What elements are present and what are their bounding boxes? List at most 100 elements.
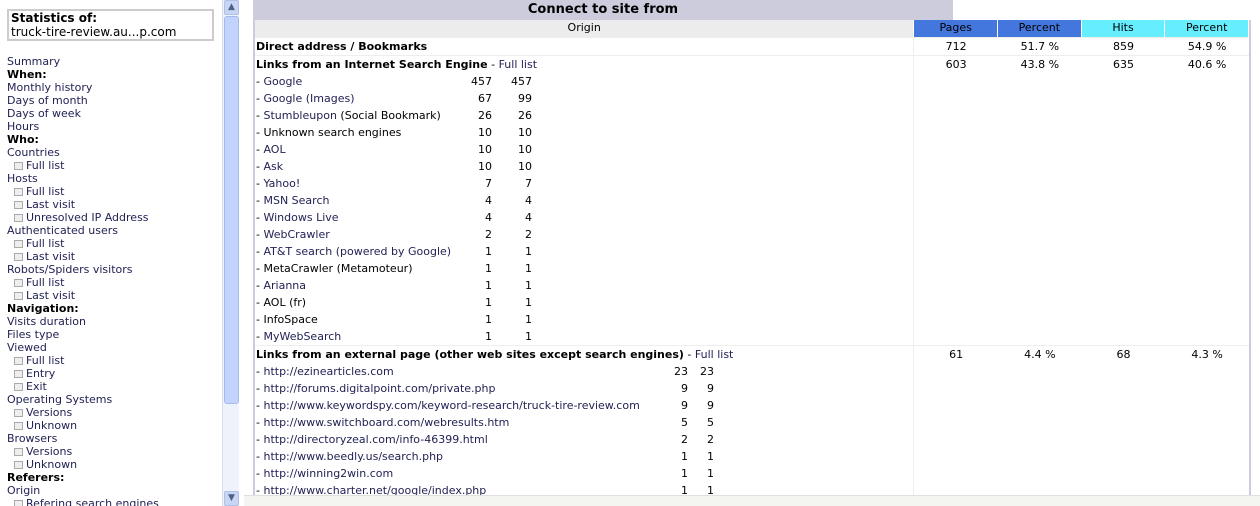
menu-link-robots-spiders-visitors[interactable]: Robots/Spiders visitors [7,263,133,276]
menu-subitem-link[interactable]: Versions [26,406,72,419]
scroll-up-icon[interactable]: ▲ [224,0,239,15]
menu-subitem-exit[interactable]: Exit [7,380,159,393]
referer-link[interactable]: http://www.switchboard.com/webresults.ht… [263,416,509,429]
menu-subitem-link[interactable]: Full list [26,159,64,172]
menu-link-origin[interactable]: Origin [7,484,40,497]
menu-item-days-of-month[interactable]: Days of month [7,94,159,107]
menu-subitem-link[interactable]: Refering search engines [26,497,159,506]
menu-subitem-link[interactable]: Unknown [26,419,77,432]
menu-link-monthly-history[interactable]: Monthly history [7,81,92,94]
menu-link-browsers[interactable]: Browsers [7,432,57,445]
menu-item-origin[interactable]: Origin [7,484,159,497]
referer-link[interactable]: Google [263,75,302,88]
referer-link[interactable]: http://winning2win.com [263,467,393,480]
menu-subitem-link[interactable]: Unknown [26,458,77,471]
menu-item-files-type[interactable]: Files type [7,328,159,341]
menu-subitem-link[interactable]: Full list [26,354,64,367]
referer-link[interactable]: AOL [263,143,285,156]
menu-item-countries[interactable]: Countries [7,146,159,159]
menu-link-viewed[interactable]: Viewed [7,341,47,354]
referer-link[interactable]: Ask [263,160,283,173]
menu-item-authenticated-users[interactable]: Authenticated users [7,224,159,237]
referer-link[interactable]: MyWebSearch [263,330,341,343]
scrollbar-thumb[interactable] [224,16,239,404]
menu-link-hosts[interactable]: Hosts [7,172,38,185]
search-engines-row: - MetaCrawler (Metamoteur) 1 1 [256,262,532,275]
menu-subitem-unknown[interactable]: Unknown [7,419,159,432]
row-hits: 99 [518,92,532,105]
referer-link[interactable]: AT&T search (powered by Google) [263,245,451,258]
referer-link[interactable]: http://www.beedly.us/search.php [263,450,443,463]
referer-link[interactable]: http://ezinearticles.com [263,365,393,378]
menu-item-summary[interactable]: Summary [7,55,159,68]
subitem-icon [14,448,23,456]
menu-item-viewed[interactable]: Viewed [7,341,159,354]
sidebar-vertical-scrollbar[interactable]: ▲ ▼ [222,0,239,506]
referer-link[interactable]: Yahoo! [263,177,300,190]
menu-link-summary[interactable]: Summary [7,55,60,68]
referer-link[interactable]: Stumbleupon [263,109,336,122]
referer-link[interactable]: http://www.keywordspy.com/keyword-resear… [263,399,639,412]
menu-subitem-link[interactable]: Full list [26,276,64,289]
menu-subitem-versions[interactable]: Versions [7,445,159,458]
menu-subitem-link[interactable]: Last visit [26,289,75,302]
menu-link-days-of-month[interactable]: Days of month [7,94,88,107]
pages-value: 61 [949,348,964,361]
row-hits: 2 [707,433,714,446]
menu-subitem-entry[interactable]: Entry [7,367,159,380]
referer-link[interactable]: Windows Live [263,211,338,224]
menu-item-hours[interactable]: Hours [7,120,159,133]
menu-link-files-type[interactable]: Files type [7,328,59,341]
menu-link-days-of-week[interactable]: Days of week [7,107,81,120]
scroll-down-icon[interactable]: ▼ [224,491,239,506]
menu-item-monthly-history[interactable]: Monthly history [7,81,159,94]
menu-subitem-link[interactable]: Entry [26,367,55,380]
referer-link[interactable]: MSN Search [263,194,329,207]
search-engines-row: - WebCrawler 2 2 [256,228,532,241]
menu-subitem-link[interactable]: Versions [26,445,72,458]
external-pages-full-list-link[interactable]: Full list [695,346,733,363]
subitem-icon [14,214,23,222]
referer-link[interactable]: Arianna [263,279,306,292]
menu-link-authenticated-users[interactable]: Authenticated users [7,224,118,237]
menu-subitem-full-list[interactable]: Full list [7,159,159,172]
menu-subitem-versions[interactable]: Versions [7,406,159,419]
menu-item-hosts[interactable]: Hosts [7,172,159,185]
menu-link-hours[interactable]: Hours [7,120,39,133]
menu-subitem-link[interactable]: Last visit [26,250,75,263]
referer-link[interactable]: Google (Images) [263,92,354,105]
referer-link[interactable]: http://forums.digitalpoint.com/private.p… [263,382,495,395]
menu-item-robots-spiders-visitors[interactable]: Robots/Spiders visitors [7,263,159,276]
row-pages: 10 [478,126,492,139]
menu-subitem-link[interactable]: Exit [26,380,47,393]
menu-item-visits-duration[interactable]: Visits duration [7,315,159,328]
menu-link-visits-duration[interactable]: Visits duration [7,315,86,328]
main-horizontal-scrollbar[interactable] [244,495,1260,506]
menu-subitem-link[interactable]: Unresolved IP Address [26,211,149,224]
menu-subitem-last-visit[interactable]: Last visit [7,250,159,263]
menu-link-countries[interactable]: Countries [7,146,60,159]
menu-subitem-link[interactable]: Full list [26,185,64,198]
menu-subitem-full-list[interactable]: Full list [7,276,159,289]
subitem-icon [14,409,23,417]
menu-subitem-last-visit[interactable]: Last visit [7,289,159,302]
menu-subitem-refering-search-engines[interactable]: Refering search engines [7,497,159,506]
menu-subitem-unknown[interactable]: Unknown [7,458,159,471]
sidebar-frame: Statistics of: truck-tire-review.au...p.… [0,0,222,506]
menu-subitem-link[interactable]: Last visit [26,198,75,211]
menu-heading-when: When: [7,68,47,81]
menu-link-operating-systems[interactable]: Operating Systems [7,393,112,406]
row-hits: 4 [525,211,532,224]
menu-item-browsers[interactable]: Browsers [7,432,159,445]
menu-subitem-link[interactable]: Full list [26,237,64,250]
menu-item-operating-systems[interactable]: Operating Systems [7,393,159,406]
menu-subitem-unresolved-ip-address[interactable]: Unresolved IP Address [7,211,159,224]
menu-subitem-full-list[interactable]: Full list [7,185,159,198]
menu-subitem-last-visit[interactable]: Last visit [7,198,159,211]
referer-link[interactable]: WebCrawler [263,228,329,241]
search-engines-full-list-link[interactable]: Full list [499,56,537,73]
menu-subitem-full-list[interactable]: Full list [7,354,159,367]
menu-item-days-of-week[interactable]: Days of week [7,107,159,120]
referer-link[interactable]: http://directoryzeal.com/info-46399.html [263,433,487,446]
menu-subitem-full-list[interactable]: Full list [7,237,159,250]
